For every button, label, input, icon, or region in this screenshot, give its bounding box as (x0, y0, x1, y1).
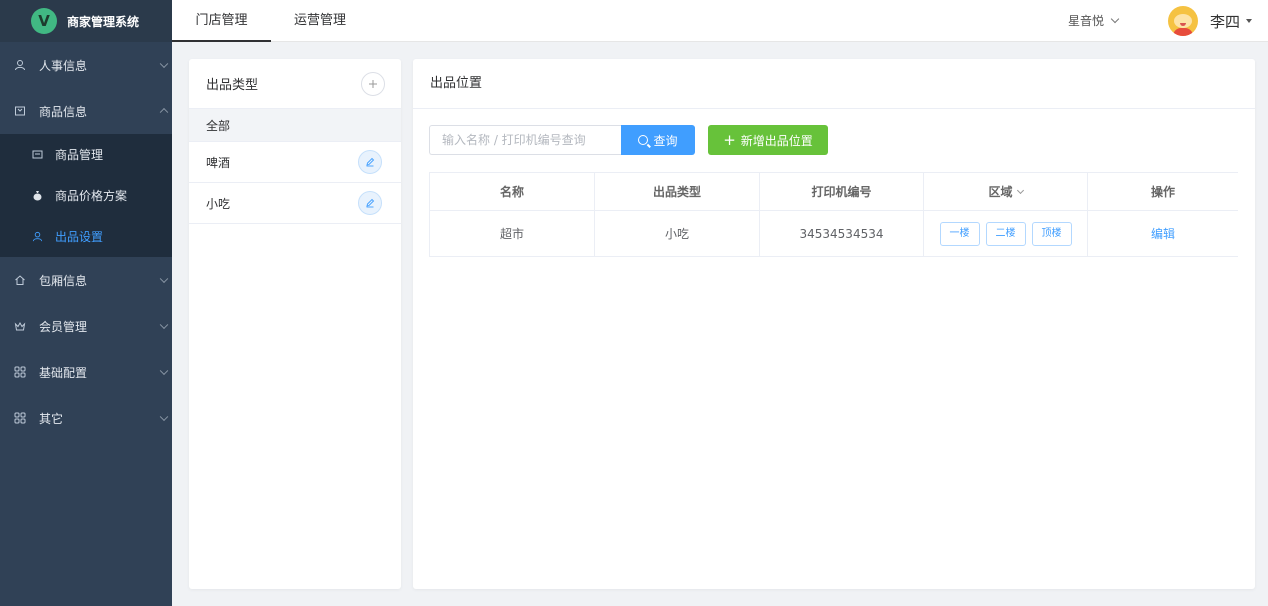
tab-operations[interactable]: 运营管理 (294, 0, 346, 42)
column-header-type: 出品类型 (594, 172, 760, 211)
home-icon (13, 273, 27, 287)
chevron-down-icon (159, 59, 169, 69)
sidebar-item-products[interactable]: 商品信息 (0, 88, 172, 134)
column-header-printer: 打印机编号 (759, 172, 924, 211)
avatar (1168, 6, 1198, 36)
app-title: 商家管理系统 (67, 14, 140, 29)
logo[interactable]: V 商家管理系统 (0, 0, 172, 42)
add-button-label: 新增出品位置 (740, 133, 813, 148)
plus-icon: + (723, 130, 736, 149)
sidebar: V 商家管理系统 人事信息 商品信息 商品管理 商品价格方案 出品设置 包厢信息… (0, 0, 172, 606)
sidebar-item-label: 人事信息 (39, 58, 88, 73)
chevron-up-icon (159, 107, 169, 117)
chevron-down-icon (1016, 186, 1024, 195)
table-header-row: 名称 出品类型 打印机编号 区域 操作 (429, 172, 1238, 211)
chevron-down-icon (1110, 14, 1120, 24)
column-header-area-label: 区域 (988, 185, 1013, 199)
user-name: 李四 (1210, 12, 1241, 31)
sidebar-item-output-settings[interactable]: 出品设置 (0, 216, 172, 257)
chevron-down-icon (159, 274, 169, 284)
user-icon (13, 58, 27, 72)
sidebar-item-other[interactable]: 其它 (0, 395, 172, 441)
search-button-label: 查询 (653, 133, 678, 148)
edit-link[interactable]: 编辑 (1151, 227, 1175, 241)
crown-icon (13, 319, 27, 333)
category-label: 小吃 (206, 196, 231, 211)
cell-type: 小吃 (594, 210, 760, 257)
tab-store-management[interactable]: 门店管理 (172, 0, 271, 42)
category-item-all[interactable]: 全部 (189, 109, 401, 142)
plus-icon (369, 79, 377, 88)
product-manage-icon (31, 149, 43, 161)
category-panel-header: 出品类型 (189, 59, 401, 109)
column-header-name: 名称 (429, 172, 595, 211)
logo-icon: V (31, 8, 57, 34)
sidebar-item-label: 其它 (39, 411, 64, 426)
grid-icon (13, 411, 27, 425)
sidebar-item-label: 出品设置 (55, 230, 104, 244)
area-tag[interactable]: 一楼 (939, 221, 980, 246)
search-bar: 查询 + 新增出品位置 (429, 125, 828, 155)
sidebar-item-hr[interactable]: 人事信息 (0, 42, 172, 88)
category-item[interactable]: 啤酒 (189, 142, 401, 183)
area-tag[interactable]: 二楼 (985, 221, 1026, 246)
search-icon (638, 135, 649, 145)
category-panel-title: 出品类型 (206, 78, 259, 93)
sidebar-item-label: 会员管理 (39, 319, 88, 334)
sidebar-item-members[interactable]: 会员管理 (0, 303, 172, 349)
output-location-panel: 出品位置 查询 + 新增出品位置 名称 出品类型 打印机编号 区域 操作 (413, 59, 1255, 589)
user-menu[interactable]: 李四 (1168, 6, 1253, 36)
category-item[interactable]: 小吃 (189, 183, 401, 224)
area-tag[interactable]: 顶楼 (1031, 221, 1072, 246)
table-row: 超市 小吃 34534534534 一楼 二楼 顶楼 编辑 (429, 210, 1238, 257)
sidebar-item-basic-config[interactable]: 基础配置 (0, 349, 172, 395)
cell-action: 编辑 (1087, 210, 1238, 257)
store-name: 星音悦 (1068, 14, 1105, 28)
cell-printer: 34534534534 (759, 210, 924, 257)
chevron-down-icon (159, 366, 169, 376)
store-select[interactable]: 星音悦 (1068, 0, 1120, 42)
column-header-action: 操作 (1087, 172, 1238, 211)
cell-name: 超市 (429, 210, 595, 257)
chevron-down-icon (159, 412, 169, 422)
add-output-location-button[interactable]: + 新增出品位置 (708, 125, 828, 155)
pencil-icon (366, 157, 375, 167)
user-icon (31, 231, 43, 243)
search-input[interactable] (429, 125, 621, 155)
sidebar-item-label: 商品管理 (55, 148, 104, 162)
edit-category-button[interactable] (358, 191, 382, 215)
output-location-title: 出品位置 (413, 59, 1255, 109)
edit-category-button[interactable] (358, 150, 382, 174)
sidebar-item-product-manage[interactable]: 商品管理 (0, 134, 172, 175)
pencil-icon (366, 198, 375, 208)
product-icon (13, 104, 27, 118)
chevron-down-icon (159, 320, 169, 330)
sidebar-item-rooms[interactable]: 包厢信息 (0, 257, 172, 303)
cell-areas: 一楼 二楼 顶楼 (923, 210, 1088, 257)
top-header: 门店管理 运营管理 星音悦 李四 (172, 0, 1268, 42)
category-panel: 出品类型 全部 啤酒 小吃 (189, 59, 401, 589)
search-button[interactable]: 查询 (621, 125, 695, 155)
category-label: 啤酒 (206, 155, 231, 170)
category-label: 全部 (206, 118, 231, 133)
money-bag-icon (31, 190, 43, 202)
column-header-area[interactable]: 区域 (923, 172, 1088, 211)
sidebar-item-label: 包厢信息 (39, 273, 88, 288)
sidebar-item-label: 商品价格方案 (55, 189, 128, 203)
grid-icon (13, 365, 27, 379)
add-category-button[interactable] (361, 71, 385, 96)
submenu-products: 商品管理 商品价格方案 出品设置 (0, 134, 172, 257)
sidebar-item-price-plan[interactable]: 商品价格方案 (0, 175, 172, 216)
caret-down-icon (1246, 19, 1253, 23)
sidebar-item-label: 基础配置 (39, 365, 88, 380)
output-location-table: 名称 出品类型 打印机编号 区域 操作 超市 小吃 34534534534 一楼… (429, 172, 1238, 257)
sidebar-item-label: 商品信息 (39, 104, 88, 119)
